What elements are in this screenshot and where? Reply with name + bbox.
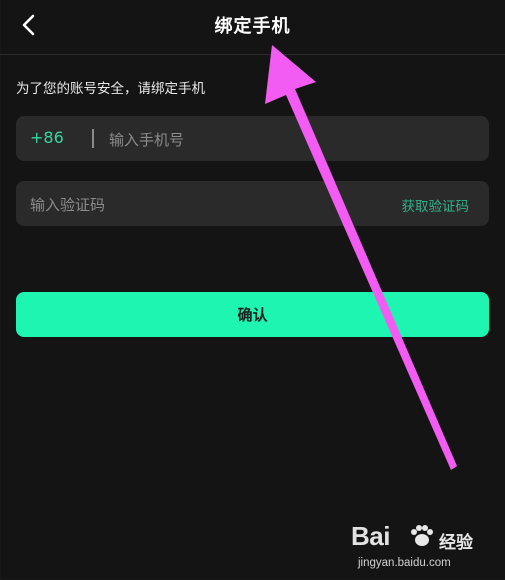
watermark-suffix: 经验 <box>439 533 473 553</box>
paw-icon <box>411 525 433 546</box>
watermark-url: jingyan.baidu.com <box>358 557 451 569</box>
watermark-brand: Bai <box>351 521 390 551</box>
watermark: Bai 经验 jingyan.baidu.com <box>351 521 491 577</box>
annotation-arrow <box>265 45 457 470</box>
